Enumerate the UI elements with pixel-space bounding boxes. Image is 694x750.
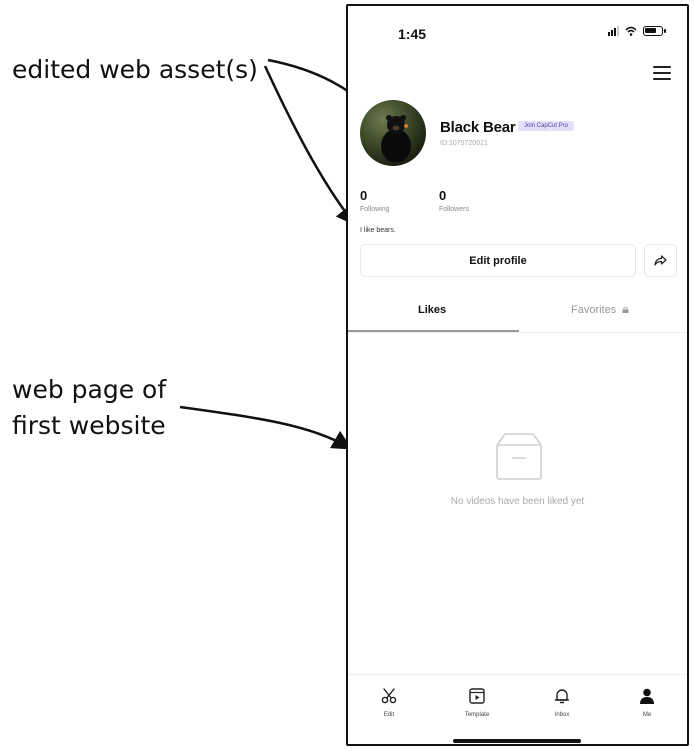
battery-icon xyxy=(643,26,666,36)
tab-likes-label: Likes xyxy=(418,304,447,316)
active-tab-indicator xyxy=(348,330,519,332)
empty-box-icon xyxy=(496,433,542,480)
edit-profile-button[interactable]: Edit profile xyxy=(360,244,636,277)
profile-bio: I like bears. xyxy=(360,227,396,234)
share-icon xyxy=(654,255,667,266)
lock-icon xyxy=(622,307,629,313)
nav-me-label: Me xyxy=(642,712,652,718)
avatar[interactable] xyxy=(360,100,426,166)
bottom-nav: Edit Template Inbox Me xyxy=(348,674,687,744)
followers-count: 0 xyxy=(439,188,447,203)
profile-id: ID:1075720021 xyxy=(440,140,488,147)
arrow-to-page xyxy=(179,405,353,450)
profile-name: Black Bear xyxy=(440,119,516,136)
tab-favorites[interactable]: Favorites xyxy=(571,304,629,316)
following-count: 0 xyxy=(360,188,368,203)
followers-label: Followers xyxy=(439,206,469,213)
bell-icon xyxy=(554,689,570,704)
nav-inbox-label: Inbox xyxy=(554,712,570,718)
status-icons xyxy=(608,26,666,36)
annotation-line-2: first website xyxy=(12,411,166,440)
nav-template[interactable]: Template xyxy=(447,687,507,718)
nav-inbox[interactable]: Inbox xyxy=(532,687,592,718)
empty-state-message: No videos have been liked yet xyxy=(450,496,585,507)
status-bar: 1:45 xyxy=(348,6,687,56)
annotation-web-page: web page of first website xyxy=(12,372,166,444)
phone-screen: 1:45 Black Bear Join CapCut Pro ID:10757… xyxy=(346,4,689,746)
annotation-edited-assets: edited web asset(s) xyxy=(12,55,258,84)
home-indicator xyxy=(453,739,581,743)
tab-likes[interactable]: Likes xyxy=(418,304,446,316)
nav-edit-label: Edit xyxy=(383,712,395,718)
status-time: 1:45 xyxy=(398,26,427,42)
tab-favorites-label: Favorites xyxy=(571,304,617,316)
person-icon xyxy=(640,688,654,704)
following-label: Following xyxy=(360,206,390,213)
signal-icon xyxy=(608,26,619,36)
menu-icon[interactable] xyxy=(653,66,671,80)
nav-edit[interactable]: Edit xyxy=(359,687,419,718)
wifi-icon xyxy=(625,26,637,36)
nav-template-label: Template xyxy=(464,712,490,718)
following-stat[interactable]: 0 Following xyxy=(360,188,390,213)
template-icon xyxy=(469,688,485,704)
scissors-icon xyxy=(381,688,397,704)
annotation-line-1: web page of xyxy=(12,375,167,404)
share-button[interactable] xyxy=(644,244,677,277)
arrow-to-bio xyxy=(263,65,357,226)
profile-tabs: Likes Favorites xyxy=(348,296,687,333)
followers-stat[interactable]: 0 Followers xyxy=(439,188,469,213)
nav-me[interactable]: Me xyxy=(617,687,677,718)
join-pro-badge[interactable]: Join CapCut Pro xyxy=(518,121,575,131)
bear-photo xyxy=(381,115,411,162)
